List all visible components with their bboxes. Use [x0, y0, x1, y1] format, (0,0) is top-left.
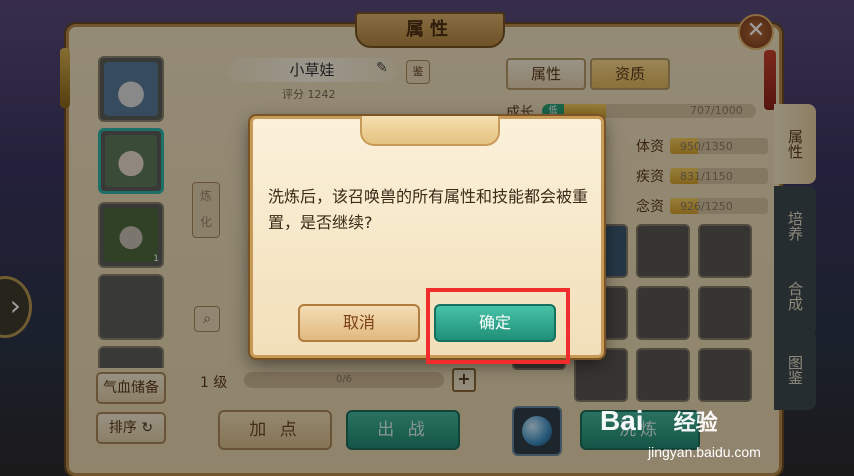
highlight-box: [426, 288, 570, 364]
watermark-brand: Bai: [600, 405, 644, 436]
cancel-button[interactable]: 取消: [298, 304, 420, 342]
dialog-message: 洗炼后，该召唤兽的所有属性和技能都会被重置，是否继续?: [268, 187, 589, 232]
paw-icon: [644, 404, 674, 430]
watermark-logo: Bai 经验: [600, 404, 718, 437]
dialog-header-ornament: [360, 116, 500, 146]
watermark-url: jingyan.baidu.com: [648, 444, 761, 460]
watermark-brand2: 经验: [673, 410, 718, 435]
